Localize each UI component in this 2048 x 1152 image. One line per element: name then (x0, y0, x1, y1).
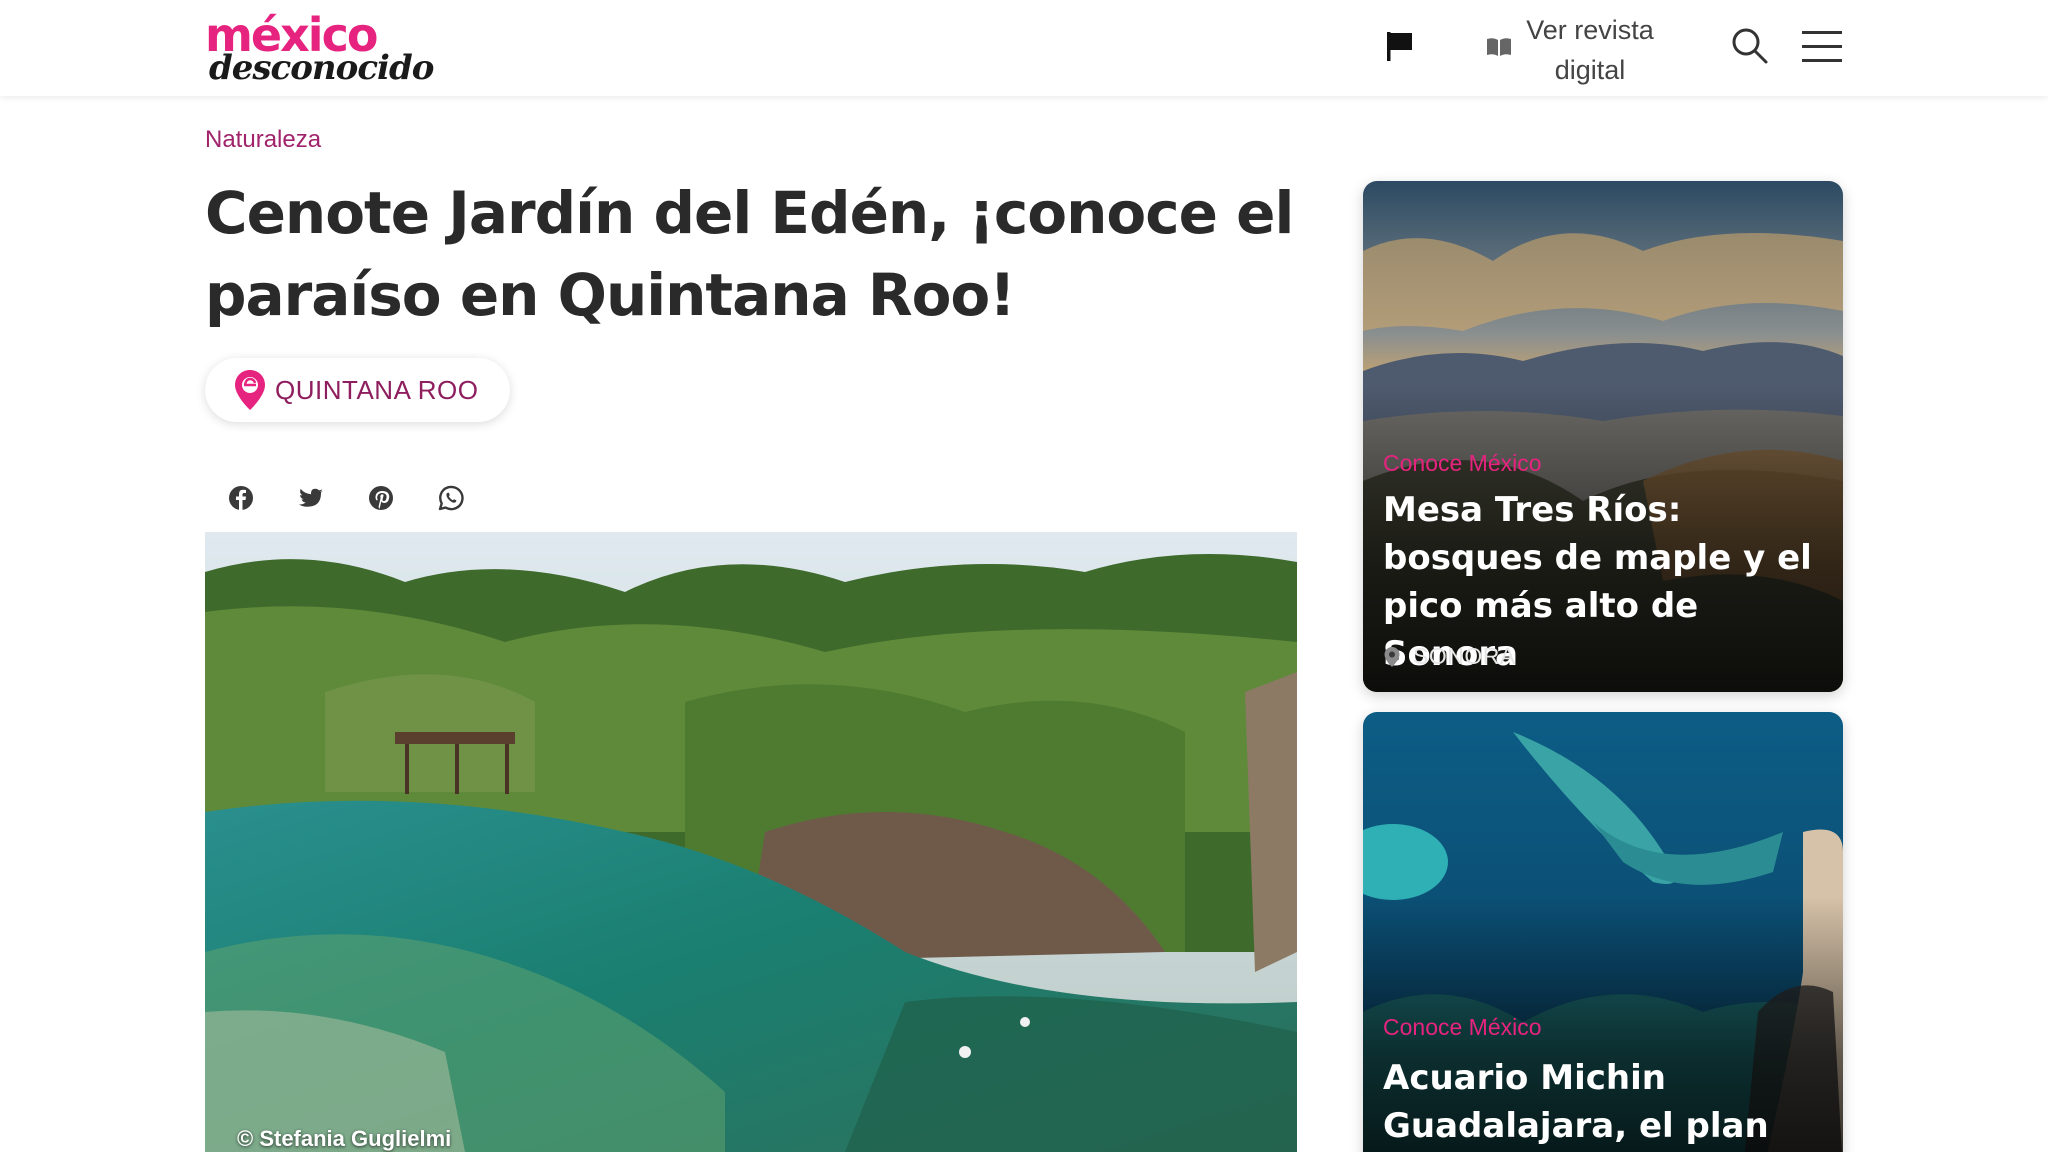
card-location-label: SONORA (1413, 643, 1516, 669)
digital-magazine-link[interactable]: Ver revista digital (1480, 15, 1680, 85)
facebook-icon[interactable] (223, 480, 259, 516)
card-location: SONORA (1383, 643, 1516, 670)
location-label: QUINTANA ROO (275, 374, 479, 405)
logo-bottom-text: desconocido (209, 48, 434, 88)
search-icon[interactable] (1730, 26, 1770, 66)
card-category: Conoce México (1383, 450, 1542, 476)
location-pin-icon (235, 370, 265, 410)
image-credit: © Stefania Guglielmi (237, 1126, 452, 1151)
pinterest-icon[interactable] (363, 480, 399, 516)
magazine-label-line1: Ver revista (1526, 15, 1654, 45)
menu-icon[interactable] (1800, 28, 1844, 66)
article-title: Cenote Jardín del Edén, ¡conoce el paraí… (205, 179, 1294, 329)
twitter-icon[interactable] (293, 480, 329, 516)
location-pin-icon (1384, 646, 1400, 667)
magazine-label: Ver revista digital (1520, 10, 1660, 90)
location-badge[interactable]: QUINTANA ROO (205, 358, 511, 422)
cenote-photo (205, 532, 1297, 1152)
related-article-card[interactable]: Conoce México Mesa Tres Ríos: bosques de… (1363, 181, 1843, 692)
whatsapp-icon[interactable] (433, 480, 469, 516)
site-header: méxico desconocido Ver revista digital (0, 0, 2048, 96)
site-logo[interactable]: méxico desconocido (205, 10, 434, 88)
card-title: Acuario Michin Guadalajara, el plan (1383, 1058, 1769, 1146)
magazine-label-line2: digital (1554, 55, 1626, 85)
flag-icon[interactable] (1382, 28, 1418, 64)
related-article-card[interactable]: Conoce México Acuario Michin Guadalajara… (1363, 712, 1843, 1152)
book-icon (1487, 38, 1511, 56)
article-category-link[interactable]: Naturaleza (205, 126, 321, 154)
article-hero-image: © Stefania Guglielmi (205, 532, 1297, 1152)
share-bar (205, 480, 487, 516)
card-category: Conoce México (1383, 1014, 1542, 1040)
